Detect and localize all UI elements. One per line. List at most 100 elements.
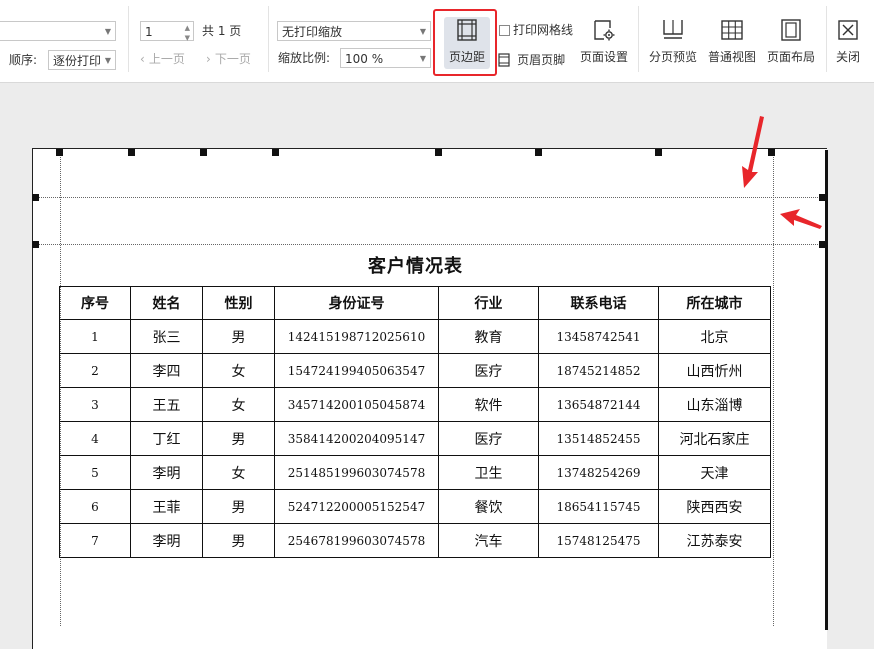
order-label: 顺序: xyxy=(9,53,38,67)
cell-id-number: 142415198712025610 xyxy=(274,319,439,354)
cell-id-number: 358414200204095147 xyxy=(274,421,439,456)
page-layout-label: 页面布局 xyxy=(766,50,815,64)
table-row: 6 王菲 男 524712200005152547 餐饮 18654115745… xyxy=(59,489,771,524)
column-handle[interactable] xyxy=(272,149,279,156)
normal-view-button[interactable]: 普通视图 xyxy=(702,18,762,70)
header-index: 序号 xyxy=(59,286,131,320)
scale-mode-value: 无打印缩放 xyxy=(282,25,343,39)
header-margin-line[interactable] xyxy=(32,244,826,245)
divider xyxy=(638,6,639,72)
cell-city: 江苏泰安 xyxy=(658,523,771,558)
table-row: 3 王五 女 345714200105045874 软件 13654872144… xyxy=(59,387,771,422)
column-handle[interactable] xyxy=(128,149,135,156)
cell-industry: 软件 xyxy=(438,387,539,422)
right-margin-line[interactable] xyxy=(773,149,774,626)
chevron-left-icon: ‹ xyxy=(140,52,145,66)
header-footer-icon xyxy=(498,52,510,67)
cell-city: 陕西西安 xyxy=(658,489,771,524)
column-handle[interactable] xyxy=(435,149,442,156)
cell-city: 山东淄博 xyxy=(658,387,771,422)
column-handle[interactable] xyxy=(655,149,662,156)
page-break-preview-label: 分页预览 xyxy=(648,50,697,64)
cell-industry: 医疗 xyxy=(438,421,539,456)
cell-id-number: 254678199603074578 xyxy=(274,523,439,558)
prev-page-button[interactable]: ‹ 上一页 xyxy=(140,50,185,68)
print-gridlines-checkbox[interactable] xyxy=(499,25,510,36)
customer-table: 序号 姓名 性别 身份证号 行业 联系电话 所在城市 1 张三 男 142415… xyxy=(59,286,771,558)
sheet-title: 客户情况表 xyxy=(368,256,463,277)
cell-gender: 女 xyxy=(202,387,275,422)
cell-name: 李四 xyxy=(130,353,203,388)
cell-gender: 男 xyxy=(202,523,275,558)
table-row: 4 丁红 男 358414200204095147 医疗 13514852455… xyxy=(59,421,771,456)
cell-index: 4 xyxy=(59,421,131,456)
cell-industry: 卫生 xyxy=(438,455,539,490)
margin-handle[interactable] xyxy=(819,194,826,201)
prev-page-label: 上一页 xyxy=(148,52,185,66)
header-id-number: 身份证号 xyxy=(274,286,439,320)
header-footer-button[interactable]: 页眉页脚 xyxy=(498,49,565,68)
cell-index: 1 xyxy=(59,319,131,354)
cell-index: 5 xyxy=(59,455,131,490)
cell-industry: 医疗 xyxy=(438,353,539,388)
table-row: 7 李明 男 254678199603074578 汽车 15748125475… xyxy=(59,523,771,558)
scale-value-select[interactable]: 100 % ▼ xyxy=(340,48,431,68)
header-phone: 联系电话 xyxy=(538,286,659,320)
page-edge-shadow xyxy=(825,150,828,630)
top-margin-line[interactable] xyxy=(32,197,826,198)
page-break-preview-button[interactable]: 分页预览 xyxy=(643,18,703,70)
divider xyxy=(128,6,129,72)
annotation-arrow-left xyxy=(780,209,822,229)
cell-name: 李明 xyxy=(130,455,203,490)
cell-id-number: 251485199603074578 xyxy=(274,455,439,490)
close-icon xyxy=(838,20,858,40)
cell-index: 2 xyxy=(59,353,131,388)
cell-phone: 13458742541 xyxy=(538,319,659,354)
cell-city: 山西忻州 xyxy=(658,353,771,388)
divider xyxy=(268,6,269,72)
page-layout-button[interactable]: 页面布局 xyxy=(761,18,821,70)
page-layout-icon xyxy=(781,19,801,41)
cell-phone: 15748125475 xyxy=(538,523,659,558)
header-name: 姓名 xyxy=(130,286,203,320)
printer-select[interactable]: ▼ xyxy=(0,21,116,41)
print-preview-ribbon: ▼ 顺序: 逐份打印 ▼ 1 ▲ ▼ 共 1 页 ‹ 上一页 › 下一页 无打印缩放… xyxy=(0,0,874,83)
margin-highlight-box xyxy=(433,9,497,76)
column-handle[interactable] xyxy=(200,149,207,156)
grid-icon xyxy=(721,20,743,40)
cell-gender: 女 xyxy=(202,353,275,388)
page-number-input[interactable]: 1 ▲ ▼ xyxy=(140,21,194,42)
margin-handle[interactable] xyxy=(819,241,826,248)
scale-mode-select[interactable]: 无打印缩放 ▼ xyxy=(277,21,431,41)
cell-city: 天津 xyxy=(658,455,771,490)
cell-gender: 男 xyxy=(202,489,275,524)
next-page-button[interactable]: › 下一页 xyxy=(206,50,251,68)
order-value: 逐份打印 xyxy=(53,54,102,68)
page-total: 共 1 页 xyxy=(202,24,242,38)
cell-id-number: 524712200005152547 xyxy=(274,489,439,524)
cell-phone: 18654115745 xyxy=(538,489,659,524)
margin-handle[interactable] xyxy=(32,241,39,248)
cell-phone: 13748254269 xyxy=(538,455,659,490)
order-select[interactable]: 逐份打印 ▼ xyxy=(48,50,116,70)
scale-value: 100 % xyxy=(345,52,384,66)
close-label: 关闭 xyxy=(835,50,860,64)
cell-phone: 18745214852 xyxy=(538,353,659,388)
cell-phone: 13514852455 xyxy=(538,421,659,456)
table-row: 1 张三 男 142415198712025610 教育 13458742541… xyxy=(59,319,771,354)
stepper-down-icon[interactable]: ▼ xyxy=(185,28,190,48)
margin-handle[interactable] xyxy=(32,194,39,201)
next-page-label: 下一页 xyxy=(214,52,251,66)
header-industry: 行业 xyxy=(438,286,539,320)
page-setup-button[interactable]: 页面设置 xyxy=(574,18,634,70)
column-handle[interactable] xyxy=(535,149,542,156)
cell-id-number: 345714200105045874 xyxy=(274,387,439,422)
page-setup-icon xyxy=(594,20,615,41)
cell-name: 王五 xyxy=(130,387,203,422)
close-button[interactable]: 关闭 xyxy=(818,18,874,70)
column-handle[interactable] xyxy=(56,149,63,156)
header-gender: 性别 xyxy=(202,286,275,320)
cell-industry: 汽车 xyxy=(438,523,539,558)
cell-industry: 餐饮 xyxy=(438,489,539,524)
normal-view-label: 普通视图 xyxy=(707,50,756,64)
